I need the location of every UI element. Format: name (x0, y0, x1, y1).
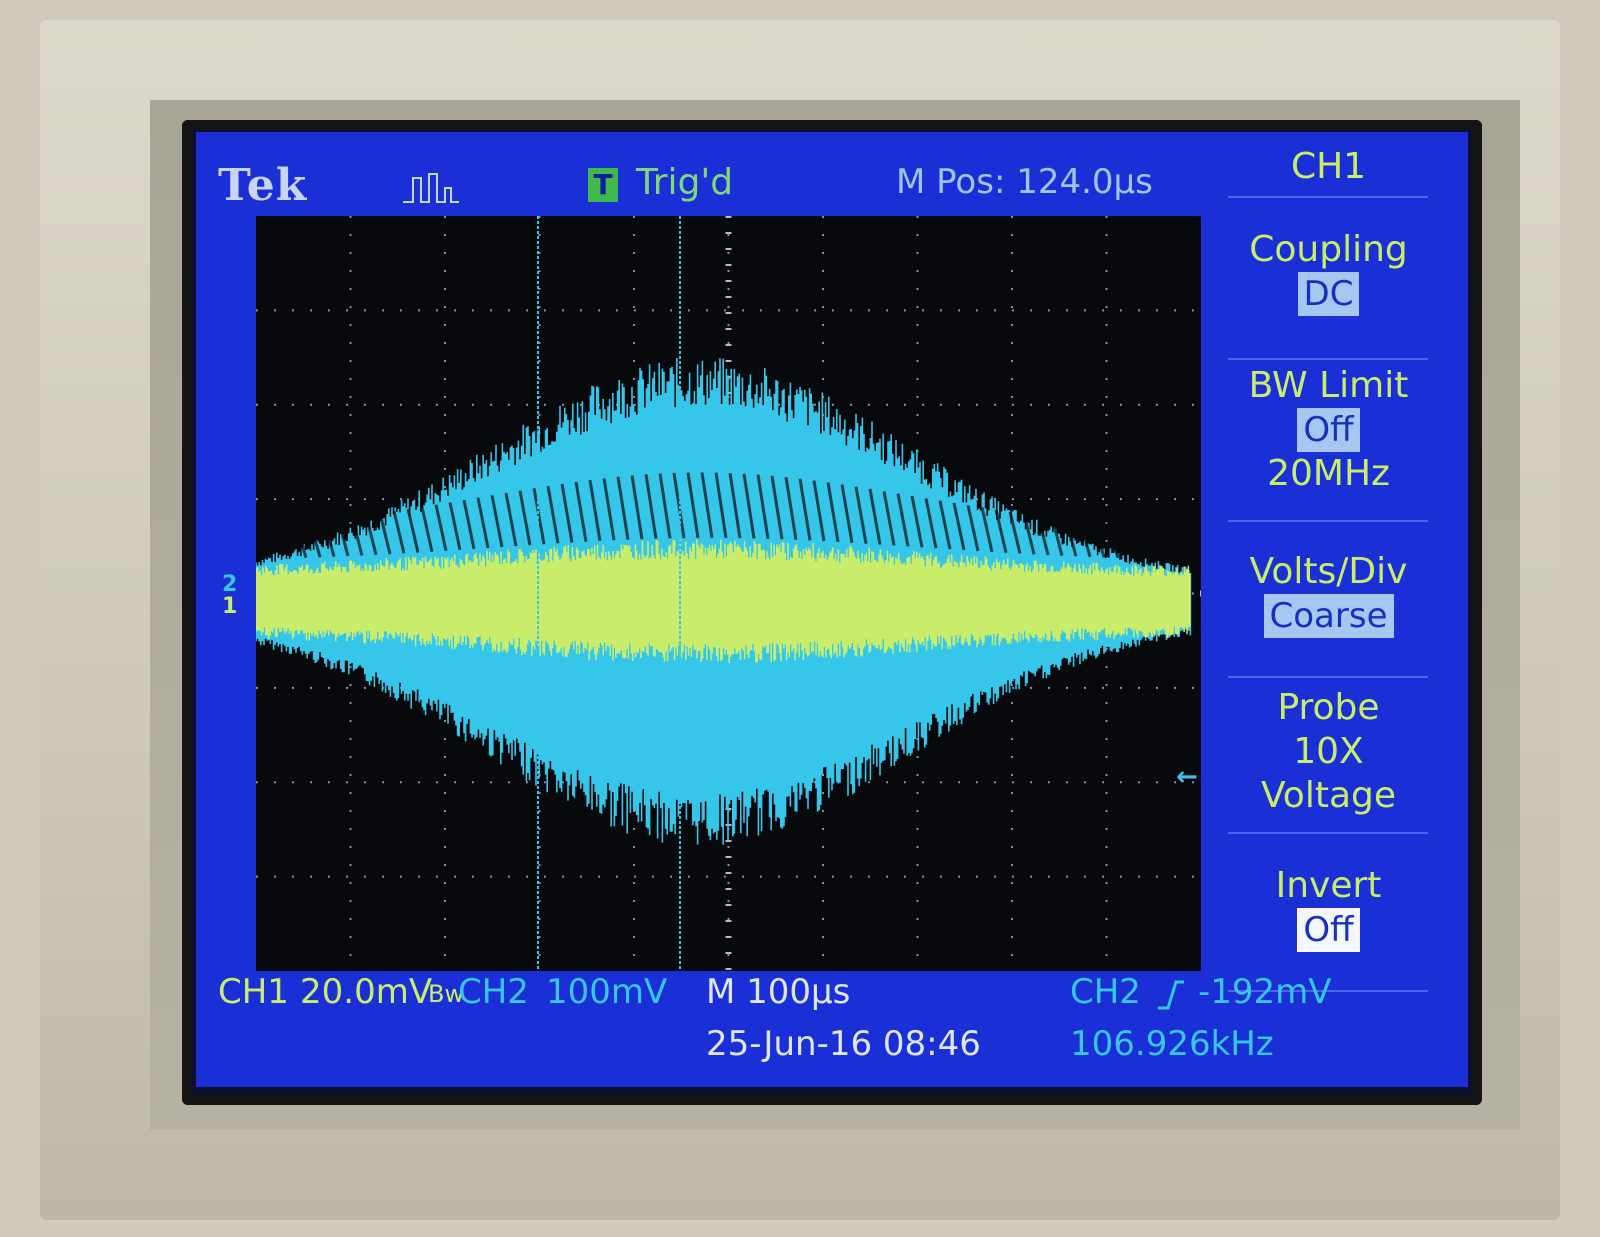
trigger-frequency: 106.926kHz (1070, 1024, 1274, 1064)
menu-divider (1228, 358, 1428, 360)
coupling-value: DC (1297, 272, 1360, 316)
probe-type: Voltage (1260, 775, 1397, 816)
probe-value: 10X (1293, 731, 1364, 772)
menu-divider (1228, 196, 1428, 198)
bw-limit-value: Off (1297, 408, 1360, 452)
probe-label: Probe (1277, 687, 1380, 728)
menu-item-coupling[interactable]: Coupling DC (1216, 228, 1441, 316)
date-time: 25-Jun-16 08:46 (706, 1024, 981, 1064)
ch1-ground-marker: 1 (222, 594, 238, 619)
volts-div-label: Volts/Div (1249, 551, 1408, 592)
menu-divider (1228, 676, 1428, 678)
timebase-readout: M 100µs (706, 972, 851, 1012)
bw-limit-label: BW Limit (1248, 365, 1409, 406)
ch2-label: CH2 (458, 972, 529, 1012)
acquire-mode-icon (403, 173, 459, 203)
waveform-graticule (256, 216, 1201, 971)
trigger-level-arrow-icon: ← (1176, 762, 1198, 792)
menu-divider (1228, 832, 1428, 834)
trigger-badge-icon: T (588, 168, 618, 202)
invert-label: Invert (1275, 865, 1382, 906)
oscilloscope-display: Tek T Trig'd M Pos: 124.0µs ⬇ 2 1 ← CH1 … (196, 132, 1468, 1087)
ch1-scale: 20.0mV (300, 972, 433, 1012)
top-status-bar: Tek T Trig'd M Pos: 124.0µs ⬇ (196, 132, 1206, 242)
menu-divider (1228, 520, 1428, 522)
bw-limit-option: 20MHz (1267, 453, 1390, 494)
menu-item-bw-limit[interactable]: BW Limit Off 20MHz (1216, 364, 1441, 496)
menu-title: CH1 (1290, 146, 1367, 187)
side-menu-ch1: CH1 Coupling DC BW Limit Off 20MHz Volts… (1216, 132, 1468, 1087)
trigger-level: -192mV (1198, 972, 1332, 1012)
trigger-status: Trig'd (636, 162, 734, 203)
ch1-label: CH1 (218, 972, 289, 1012)
invert-value: Off (1297, 908, 1360, 952)
menu-item-volts-div[interactable]: Volts/Div Coarse (1216, 550, 1441, 638)
waveform-plot (256, 216, 1201, 971)
brand-logo: Tek (218, 160, 308, 211)
menu-item-probe[interactable]: Probe 10X Voltage (1216, 686, 1441, 818)
volts-div-value: Coarse (1263, 594, 1394, 638)
main-position-readout: M Pos: 124.0µs (896, 162, 1153, 202)
bottom-status-bar: CH1 20.0mV Bw CH2 100mV M 100µs 25-Jun-1… (196, 972, 1216, 1087)
rising-edge-icon (1158, 980, 1184, 1010)
menu-item-invert[interactable]: Invert Off (1216, 864, 1441, 952)
coupling-label: Coupling (1249, 229, 1408, 270)
ch2-scale: 100mV (546, 972, 668, 1012)
trigger-source: CH2 (1070, 972, 1141, 1012)
